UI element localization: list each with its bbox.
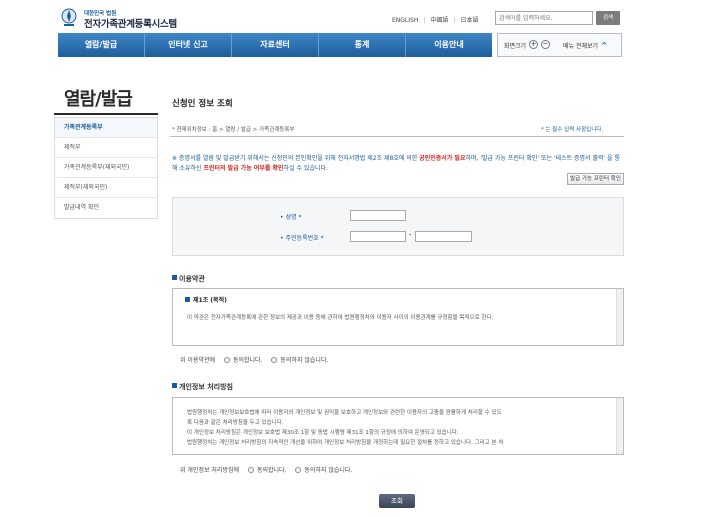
sidebar-item-family-register-overseas[interactable]: 가족관계등록부(재외국민) [55,158,157,178]
required-note: * 는 필수 입력 사항입니다. [541,127,604,133]
privacy-box[interactable]: 법원행정처는 개인정보보호법에 따라 이용자의 개인정보 및 권익을 보호하고 … [172,397,624,455]
terms-agree-radio[interactable] [223,357,230,363]
rrn-front-input[interactable] [350,231,406,242]
sidebar-item-removed-register[interactable]: 제적부 [55,138,157,158]
sidebar-menu: 가족관계등록부 제적부 가족관계등록부(재외국민) 제적부(재외국민) 발급내역… [54,117,158,219]
privacy-text: 법원행정처는 개인정보보호법에 따라 이용자의 개인정보 및 권익을 보호하고 … [187,410,504,446]
menu-all-button[interactable]: 메뉴 전체보기 ^ [563,41,608,50]
lang-link-chinese[interactable]: 中國語 [430,17,448,24]
search-button[interactable]: 검색 [596,11,620,25]
terms-agree-row: 위 이용약관에 동의합니다. 동의하지 않습니다. [180,357,329,364]
privacy-section-title: 개인정보 처리방침 [172,382,233,392]
notice-highlight-printer: 프린터의 발급 가능 여부를 확인 [203,165,284,172]
section-bullet-icon [172,275,177,280]
rrn-label: • 주민등록번호 * [280,235,324,242]
name-input[interactable] [350,210,406,221]
notice-text-1: ※ 증명서를 열람 및 발급받기 위해서는 신청인의 본인확인을 위해 전자서명… [172,155,420,162]
sidebar-item-removed-register-overseas[interactable]: 제적부(재외국민) [55,178,157,198]
terms-box[interactable]: 제1조 (목적) 이 약관은 전자가족관계등록에 관한 정보의 제공과 이용 등… [172,288,624,346]
gnb-item-guide[interactable]: 이용안내 [406,33,492,57]
section-title-divider [54,113,158,115]
court-emblem-icon [60,8,78,28]
section-title: 열람/발급 [64,89,133,110]
search-input[interactable] [495,11,593,25]
logo-title[interactable]: 전자가족관계등록시스템 [84,16,177,30]
gnb-item-statistics[interactable]: 통계 [319,33,406,57]
lang-link-japanese[interactable]: 日本語 [460,17,478,24]
privacy-disagree-radio[interactable] [295,467,302,473]
breadcrumb: * 현재위치정보 : 홈 > 열람 / 발급 > 가족관계등록부 [172,127,295,133]
submit-button[interactable]: 조회 [379,494,415,508]
zoom-in-button[interactable]: + [529,40,538,49]
rrn-back-input[interactable] [415,231,472,242]
notice-text-3: 하실 수 있습니다. [283,165,328,172]
chevron-up-icon: ^ [601,41,608,50]
zoom-label: 화면크기 [504,43,527,50]
gnb-item-internet-report[interactable]: 인터넷 신고 [145,33,232,57]
rrn-dash: - [409,231,412,239]
zoom-out-button[interactable]: − [541,40,550,49]
gnb-item-resource-center[interactable]: 자료센터 [232,33,319,57]
lang-link-english[interactable]: ENGLISH [392,17,418,24]
content-divider [170,136,624,137]
privacy-scrollbar[interactable] [616,398,623,454]
sidebar-item-family-register[interactable]: 가족관계등록부 [55,118,157,138]
terms-disagree-radio[interactable] [271,357,278,363]
sidebar-item-issue-history[interactable]: 발급내역 확인 [55,198,157,218]
terms-scrollbar[interactable] [616,289,623,345]
certificate-notice: ※ 증명서를 열람 및 발급받기 위해서는 신청인의 본인확인을 위해 전자서명… [172,154,624,174]
terms-section-title: 이용약관 [172,274,205,284]
menu-all-label: 메뉴 전체보기 [563,43,599,50]
main-navigation: 열람/발급 인터넷 신고 자료센터 통계 이용안내 [58,33,492,57]
gnb-item-view-issue[interactable]: 열람/발급 [58,33,145,57]
terms-heading: 제1조 (목적) [185,295,227,304]
language-links: ENGLISH | 中國語 | 日本語 [392,17,479,24]
page-title: 신청인 정보 조회 [172,99,233,109]
notice-highlight-cert: 공인인증서가 필요 [419,155,466,162]
privacy-agree-radio[interactable] [247,467,254,473]
terms-text: 이 약관은 전자가족관계등록에 관한 정보의 제공과 이용 등에 관하여 법원행… [187,315,494,321]
section-bullet-icon [172,383,177,388]
privacy-agree-row: 위 개인정보 처리방침에 동의합니다. 동의하지 않습니다. [180,467,353,474]
printer-check-button[interactable]: 발급 가능 프린터 확인 [567,173,624,185]
name-label: • 성명 * [280,214,302,221]
applicant-form [172,197,624,256]
